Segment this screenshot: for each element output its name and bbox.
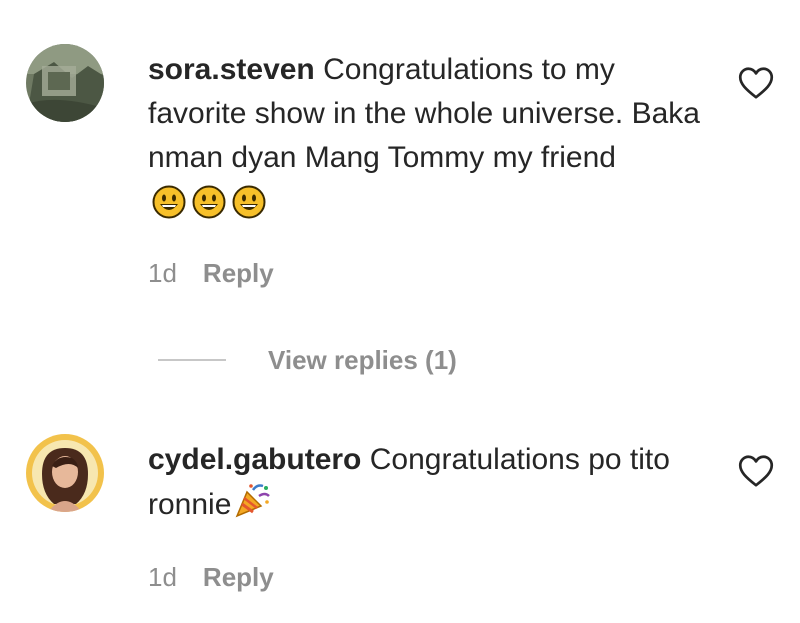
comment-body: cydel.gabutero Congratulations po tito r… — [148, 438, 708, 527]
comment-timestamp: 1d — [148, 258, 177, 288]
comment-username[interactable]: sora.steven — [148, 53, 315, 86]
comment-meta: 1d Reply — [148, 562, 274, 593]
emoji-group — [152, 185, 272, 232]
grinning-face-icon — [152, 185, 186, 219]
party-popper-icon — [236, 484, 271, 518]
landscape-photo-avatar — [26, 44, 104, 122]
grinning-face-icon — [192, 185, 226, 219]
comment-body: sora.steven Congratulations to my favori… — [148, 48, 708, 232]
reply-button[interactable]: Reply — [203, 562, 274, 593]
comment-timestamp: 1d — [148, 562, 177, 592]
heart-outline-icon[interactable] — [738, 454, 774, 488]
view-replies-label[interactable]: View replies (1) — [268, 345, 457, 376]
reply-button[interactable]: Reply — [203, 258, 274, 289]
comment-meta: 1d Reply — [148, 258, 274, 289]
view-replies-button[interactable]: View replies (1) — [148, 340, 457, 380]
grinning-face-icon — [232, 185, 266, 219]
heart-outline-icon[interactable] — [738, 66, 774, 100]
portrait-photo-avatar — [26, 434, 104, 512]
avatar[interactable] — [26, 434, 104, 512]
comment-username[interactable]: cydel.gabutero — [148, 443, 361, 476]
divider-line — [158, 359, 226, 361]
avatar[interactable] — [26, 44, 104, 122]
